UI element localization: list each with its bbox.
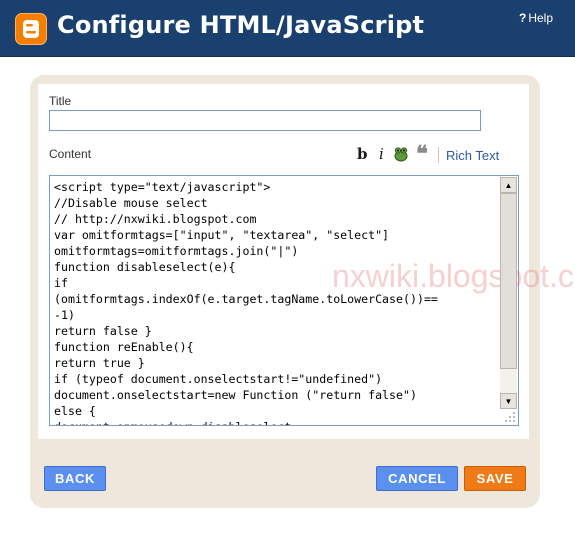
toolbar-divider [438,147,439,163]
code-line: function reEnable(){ [54,340,194,354]
help-label: Help [528,11,554,25]
help-icon: ? [519,11,527,25]
dialog-title: Configure HTML/JavaScript [57,11,425,39]
help-link[interactable]: ? Help [519,8,553,28]
italic-button[interactable]: i [379,145,384,163]
code-line: document.onselectstart=new Function ("re… [54,388,417,402]
resize-grip-icon[interactable] [503,410,516,423]
code-line: <script type="text/javascript"> [54,180,271,194]
quote-button[interactable]: ❝ [416,143,428,165]
frog-icon[interactable] [393,146,409,162]
code-content: <script type="text/javascript"> //Disable… [54,179,500,425]
code-line: // http://nxwiki.blogspot.com [54,212,257,226]
back-button[interactable]: BACK [44,466,106,491]
code-line: if (typeof document.onselectstart!="unde… [54,372,383,386]
title-input[interactable] [49,110,481,131]
dialog-header: Configure HTML/JavaScript ? Help [0,0,575,57]
save-button[interactable]: SAVE [464,466,526,491]
code-line: if [54,276,68,290]
textarea-scrollbar[interactable]: ▲ ▼ [500,177,517,409]
cancel-button[interactable]: CANCEL [376,466,458,491]
scroll-thumb[interactable] [500,193,517,369]
scroll-down-icon[interactable]: ▼ [500,393,517,409]
code-line: var omitformtags=["input", "textarea", "… [54,228,390,242]
code-line: return false } [54,324,152,338]
blogger-logo-icon [15,13,47,45]
content-label: Content [49,147,92,161]
code-line: document.onmousedown=disableselect [54,419,500,425]
code-line: (omitformtags.indexOf(e.target.tagName.t… [54,292,438,306]
code-line: //Disable mouse select [54,196,208,210]
content-textarea[interactable]: <script type="text/javascript"> //Disable… [49,175,519,426]
code-line: else { [54,404,96,418]
code-line: omitformtags=omitformtags.join("|") [54,244,299,258]
title-label: Title [49,94,72,108]
bold-button[interactable]: b [357,145,368,163]
code-line: -1) [54,308,75,322]
code-line: return true } [54,356,145,370]
code-line: function disableselect(e){ [54,260,236,274]
scroll-up-icon[interactable]: ▲ [500,177,517,193]
rich-text-link[interactable]: Rich Text [446,148,499,163]
